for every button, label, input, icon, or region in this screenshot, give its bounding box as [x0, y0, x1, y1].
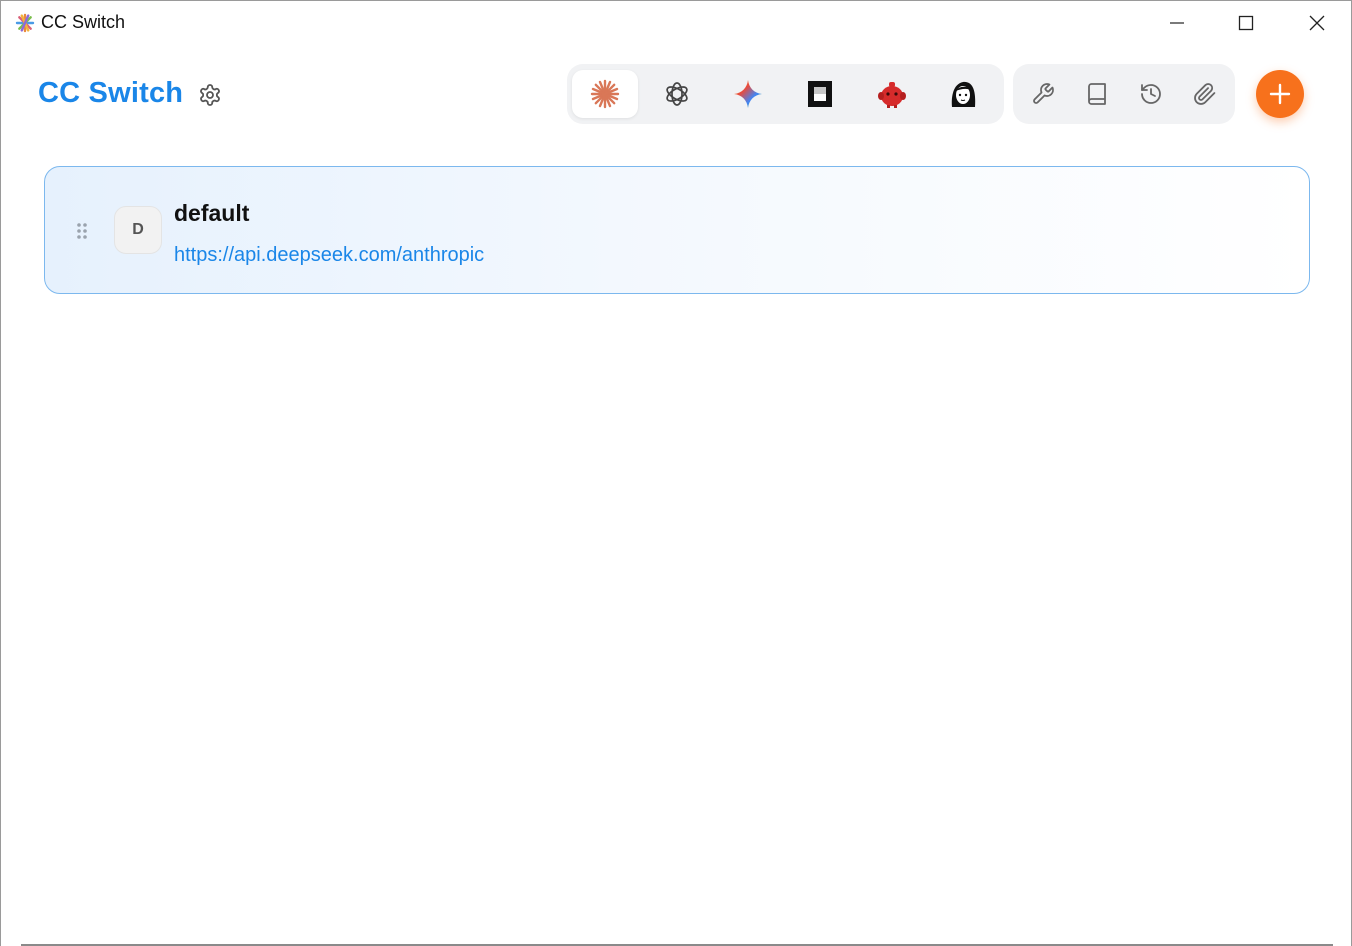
provider-name: default — [174, 200, 250, 226]
app-tab-gemini[interactable] — [715, 70, 781, 118]
history-icon — [1141, 84, 1161, 104]
maximize-button[interactable] — [1214, 1, 1278, 45]
app-tab-persona[interactable] — [930, 70, 996, 118]
minimize-button[interactable] — [1145, 1, 1209, 45]
gemini-icon — [734, 80, 762, 108]
window-title: CC Switch — [41, 12, 126, 32]
tools-button[interactable] — [1027, 78, 1059, 110]
brand-title: CC Switch — [38, 77, 184, 109]
minimize-icon — [1170, 22, 1184, 24]
app-window: CC Switch CC Switch D default https://ap… — [0, 0, 1352, 946]
close-icon — [1309, 15, 1325, 31]
attachments-button[interactable] — [1189, 78, 1221, 110]
plus-icon — [1269, 83, 1291, 105]
red-robot-icon — [878, 82, 906, 108]
title-bar[interactable]: CC Switch — [1, 1, 1351, 45]
maximize-icon — [1238, 15, 1254, 31]
tool-bar — [1013, 64, 1235, 124]
gear-icon — [200, 84, 220, 106]
provider-url-link[interactable]: https://api.deepseek.com/anthropic — [174, 244, 484, 267]
docs-button[interactable] — [1081, 78, 1113, 110]
app-tab-claude[interactable] — [572, 70, 638, 118]
app-switcher — [567, 64, 1004, 124]
drag-handle-icon[interactable] — [75, 221, 89, 241]
claude-icon — [590, 79, 620, 109]
opencode-icon — [808, 81, 832, 107]
provider-card[interactable]: D default https://api.deepseek.com/anthr… — [44, 166, 1310, 294]
app-tab-codex[interactable] — [644, 70, 710, 118]
avatar-face-icon — [951, 81, 976, 107]
book-icon — [1088, 83, 1106, 105]
settings-button[interactable] — [195, 80, 225, 110]
paperclip-icon — [1194, 83, 1216, 105]
wrench-icon — [1033, 83, 1054, 104]
close-button[interactable] — [1285, 1, 1349, 45]
openai-icon — [666, 82, 688, 106]
add-provider-button[interactable] — [1256, 70, 1304, 118]
app-logo-icon — [15, 13, 35, 33]
app-tab-robot[interactable] — [859, 70, 925, 118]
history-button[interactable] — [1135, 78, 1167, 110]
app-tab-opencode[interactable] — [787, 70, 853, 118]
provider-avatar: D — [114, 206, 162, 254]
